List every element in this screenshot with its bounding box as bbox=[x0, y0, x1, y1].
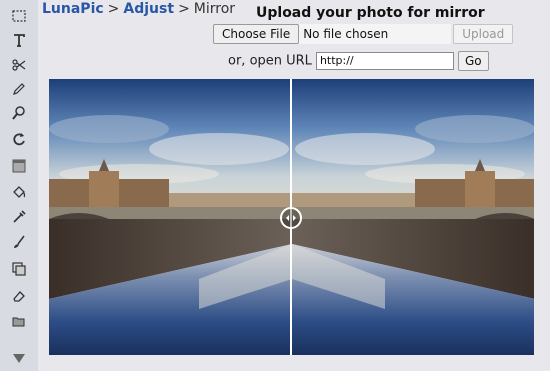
breadcrumb-adjust-link[interactable]: Adjust bbox=[123, 1, 174, 17]
breadcrumb-lunapic-link[interactable]: LunaPic bbox=[42, 1, 104, 17]
photo-left-half bbox=[49, 79, 292, 355]
open-folder-icon[interactable] bbox=[10, 313, 28, 331]
breadcrumb-separator: > bbox=[178, 1, 190, 17]
photo-right-half-mirrored bbox=[292, 79, 534, 355]
upload-button[interactable]: Upload bbox=[453, 24, 514, 44]
scissors-icon[interactable] bbox=[10, 56, 28, 74]
url-input[interactable]: http:// bbox=[315, 52, 454, 70]
scroll-down-icon[interactable] bbox=[10, 352, 28, 366]
breadcrumb-current-page: Mirror bbox=[193, 1, 236, 17]
rotate-icon[interactable] bbox=[10, 130, 28, 148]
layers-icon[interactable] bbox=[10, 260, 28, 278]
gradient-icon[interactable] bbox=[10, 157, 28, 175]
choose-file-button[interactable]: Choose File bbox=[213, 24, 300, 44]
brush-icon[interactable] bbox=[10, 233, 28, 251]
breadcrumb: LunaPic > Adjust > Mirror bbox=[42, 1, 235, 17]
pencil-icon[interactable] bbox=[10, 80, 28, 98]
go-button[interactable]: Go bbox=[457, 51, 489, 71]
mirror-preview-image bbox=[49, 79, 534, 355]
text-icon[interactable] bbox=[10, 31, 28, 49]
open-url-label: or, open URL bbox=[228, 53, 312, 69]
open-url-row: or, open URL http://Go bbox=[228, 51, 489, 71]
breadcrumb-separator: > bbox=[107, 1, 120, 17]
upload-title: Upload your photo for mirror bbox=[256, 5, 485, 21]
paint-bucket-icon[interactable] bbox=[10, 183, 28, 201]
mirror-drag-handle[interactable] bbox=[280, 207, 302, 229]
zoom-icon[interactable] bbox=[10, 104, 28, 122]
drag-arrows-icon bbox=[286, 215, 296, 221]
marquee-select-icon[interactable] bbox=[10, 7, 28, 25]
file-upload-row: Choose File No file chosen Upload bbox=[213, 24, 514, 44]
eyedropper-icon[interactable] bbox=[10, 208, 28, 226]
file-status-text: No file chosen bbox=[299, 24, 452, 44]
eraser-icon[interactable] bbox=[10, 287, 28, 305]
tool-sidebar bbox=[0, 0, 38, 371]
